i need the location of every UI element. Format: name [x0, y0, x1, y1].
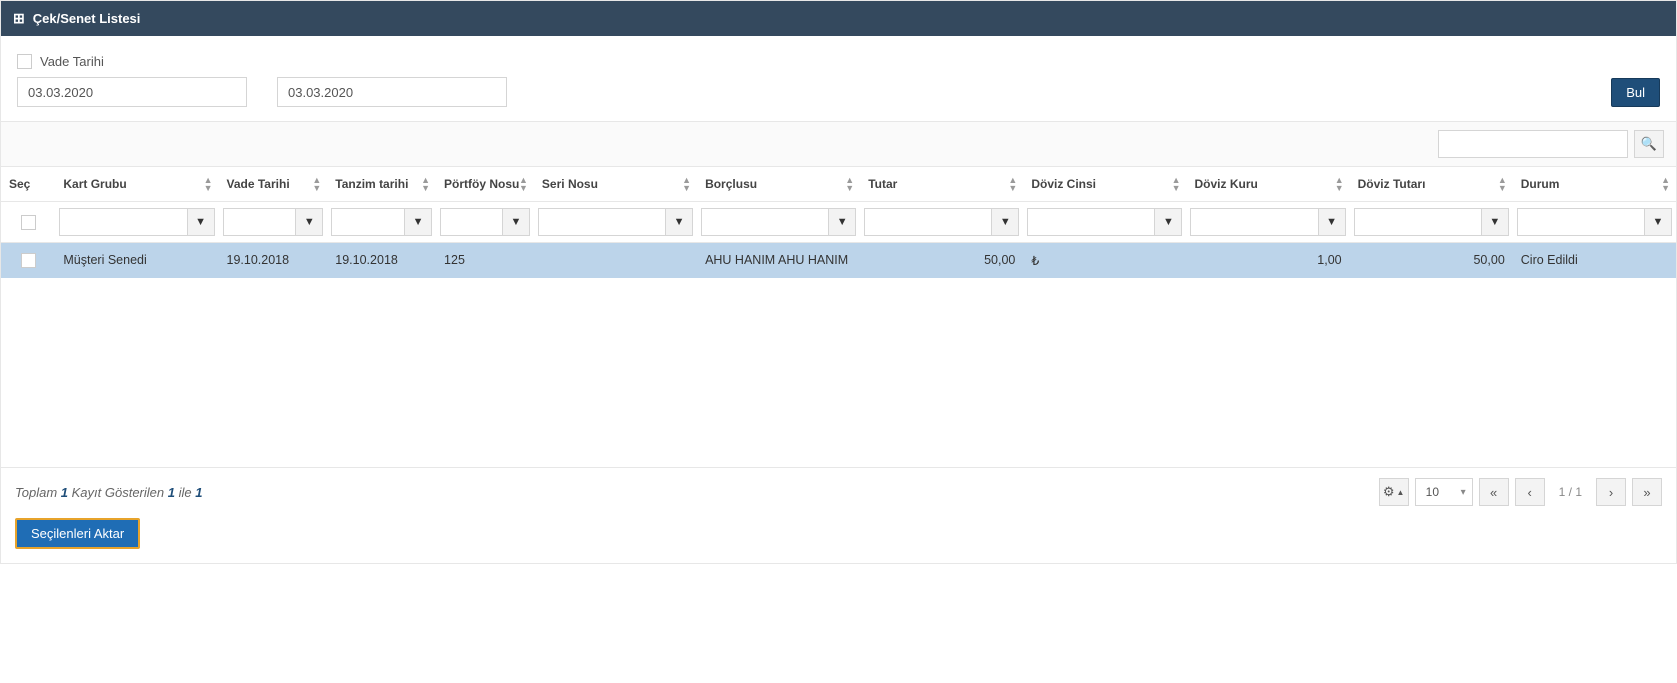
row-checkbox[interactable]	[21, 253, 36, 268]
filter-tanzim-tarihi[interactable]	[331, 208, 404, 236]
chevron-left-icon: ‹	[1527, 485, 1531, 500]
settings-button[interactable]: ⚙▲	[1379, 478, 1409, 506]
select-all-checkbox[interactable]	[21, 215, 36, 230]
filter-icon[interactable]: ▼	[1481, 208, 1509, 236]
chevron-double-right-icon: »	[1643, 485, 1650, 500]
pager-last-button[interactable]: »	[1632, 478, 1662, 506]
sort-icon: ▲▼	[1008, 176, 1017, 192]
col-kart-grubu[interactable]: Kart Grubu▲▼	[55, 167, 218, 202]
cell-borclu: AHU HANIM AHU HANIM	[697, 243, 860, 279]
filter-icon[interactable]: ▼	[1154, 208, 1182, 236]
grid-search-button[interactable]: 🔍	[1634, 130, 1664, 158]
filter-doviz-kuru[interactable]	[1190, 208, 1317, 236]
transfer-selected-button[interactable]: Seçilenleri Aktar	[15, 518, 140, 549]
filter-portfoy-nosu[interactable]	[440, 208, 502, 236]
col-sec: Seç	[1, 167, 55, 202]
filter-seri-nosu[interactable]	[538, 208, 665, 236]
table-row[interactable]: Müşteri Senedi 19.10.2018 19.10.2018 125…	[1, 243, 1676, 279]
filter-kart-grubu[interactable]	[59, 208, 186, 236]
cell-vade-tarihi: 19.10.2018	[219, 243, 328, 279]
filter-icon[interactable]: ▼	[991, 208, 1019, 236]
filter-icon[interactable]: ▼	[1318, 208, 1346, 236]
filter-icon[interactable]: ▼	[404, 208, 432, 236]
vade-tarihi-label: Vade Tarihi	[40, 54, 104, 69]
filter-icon[interactable]: ▼	[665, 208, 693, 236]
col-doviz-cinsi[interactable]: Döviz Cinsi▲▼	[1023, 167, 1186, 202]
search-button[interactable]: Bul	[1611, 78, 1660, 107]
sort-icon: ▲▼	[204, 176, 213, 192]
vade-tarihi-checkbox[interactable]	[17, 54, 32, 69]
cell-durum: Ciro Edildi	[1513, 243, 1676, 279]
filter-icon[interactable]: ▼	[295, 208, 323, 236]
sort-icon: ▲▼	[421, 176, 430, 192]
col-tanzim-tarihi[interactable]: Tanzim tarihi▲▼	[327, 167, 436, 202]
cell-kart-grubu: Müşteri Senedi	[55, 243, 218, 279]
filter-doviz-cinsi[interactable]	[1027, 208, 1154, 236]
col-vade-tarihi[interactable]: Vade Tarihi▲▼	[219, 167, 328, 202]
page-indicator: 1 / 1	[1551, 485, 1590, 499]
sort-icon: ▲▼	[312, 176, 321, 192]
filter-vade-tarihi[interactable]	[223, 208, 296, 236]
col-portfoy-nosu[interactable]: Pörtföy Nosu▲▼	[436, 167, 534, 202]
pager-first-button[interactable]: «	[1479, 478, 1509, 506]
col-doviz-tutari[interactable]: Döviz Tutarı▲▼	[1350, 167, 1513, 202]
sort-icon: ▲▼	[1172, 176, 1181, 192]
panel-title: Çek/Senet Listesi	[33, 11, 141, 26]
cell-tanzim-tarihi: 19.10.2018	[327, 243, 436, 279]
date-from-input[interactable]	[17, 77, 247, 107]
sort-icon: ▲▼	[845, 176, 854, 192]
filter-borclu[interactable]	[701, 208, 828, 236]
filter-durum[interactable]	[1517, 208, 1644, 236]
grid-search-input[interactable]	[1438, 130, 1628, 158]
filter-icon[interactable]: ▼	[1644, 208, 1672, 236]
pager-next-button[interactable]: ›	[1596, 478, 1626, 506]
panel-header: ⊞ Çek/Senet Listesi	[1, 1, 1676, 36]
gear-icon: ⚙	[1383, 484, 1395, 500]
caret-up-icon: ▲	[1397, 488, 1405, 497]
sort-icon: ▲▼	[1335, 176, 1344, 192]
sort-icon: ▲▼	[519, 176, 528, 192]
pager-prev-button[interactable]: ‹	[1515, 478, 1545, 506]
cell-doviz-kuru: 1,00	[1186, 243, 1349, 279]
filter-doviz-tutari[interactable]	[1354, 208, 1481, 236]
filter-icon[interactable]: ▼	[187, 208, 215, 236]
search-icon: 🔍	[1641, 136, 1657, 152]
cell-tutar: 50,00	[860, 243, 1023, 279]
cell-doviz-tutari: 50,00	[1350, 243, 1513, 279]
filter-tutar[interactable]	[864, 208, 991, 236]
page-size-select[interactable]: 10	[1415, 478, 1473, 506]
sort-icon: ▲▼	[1661, 176, 1670, 192]
sort-icon: ▲▼	[682, 176, 691, 192]
cell-portfoy-nosu: 125	[436, 243, 534, 279]
chevron-right-icon: ›	[1609, 485, 1613, 500]
filter-icon[interactable]: ▼	[502, 208, 530, 236]
col-seri-nosu[interactable]: Seri Nosu▲▼	[534, 167, 697, 202]
col-tutar[interactable]: Tutar▲▼	[860, 167, 1023, 202]
col-doviz-kuru[interactable]: Döviz Kuru▲▼	[1186, 167, 1349, 202]
chevron-double-left-icon: «	[1490, 485, 1497, 500]
summary-text: Toplam 1 Kayıt Gösterilen 1 ile 1	[15, 485, 202, 500]
col-durum[interactable]: Durum▲▼	[1513, 167, 1676, 202]
sort-icon: ▲▼	[1498, 176, 1507, 192]
grid-icon: ⊞	[13, 10, 25, 27]
vade-tarihi-checkbox-row[interactable]: Vade Tarihi	[17, 54, 507, 69]
cell-seri-nosu	[534, 243, 697, 279]
filter-icon[interactable]: ▼	[828, 208, 856, 236]
date-to-input[interactable]	[277, 77, 507, 107]
cell-doviz-cinsi: ₺	[1023, 243, 1186, 279]
col-borclu[interactable]: Borçlusu▲▼	[697, 167, 860, 202]
